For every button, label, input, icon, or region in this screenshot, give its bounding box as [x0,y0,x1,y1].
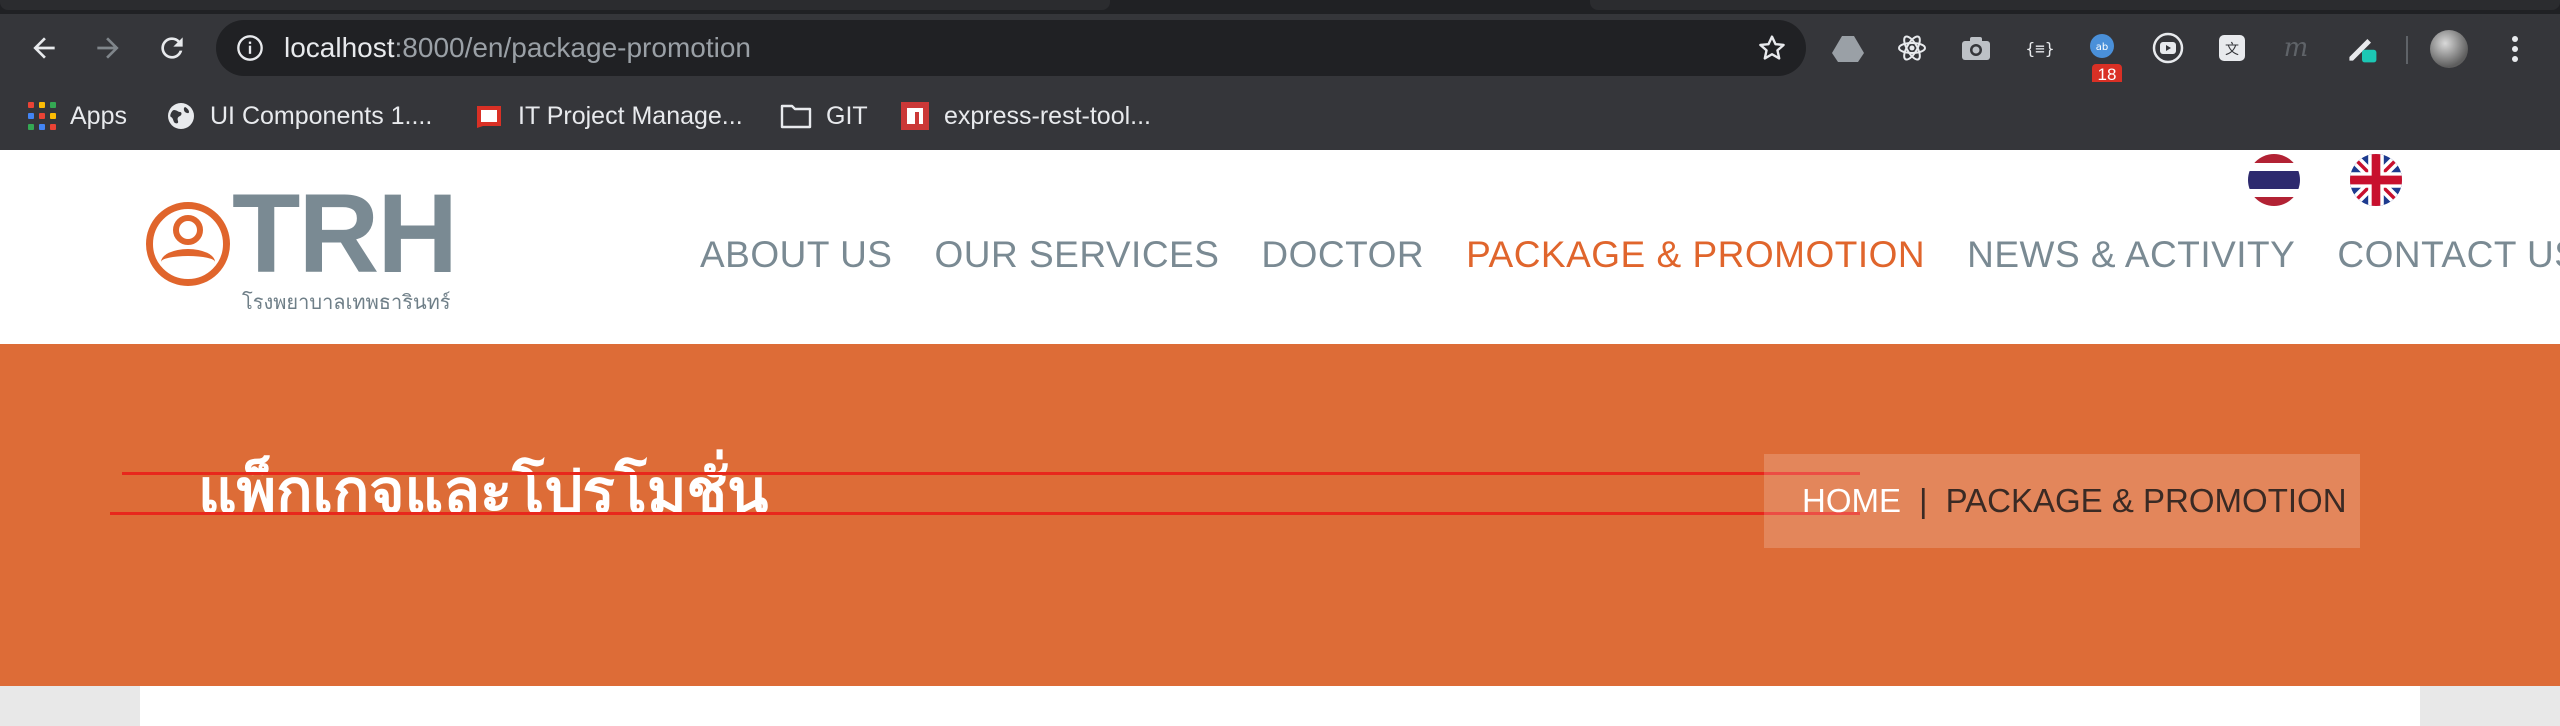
bookmark-label: UI Components 1.... [210,101,433,130]
toolbar-separator [2406,36,2408,64]
apps-grid-icon [28,102,56,130]
url-host: localhost [284,32,395,63]
browser-menu-icon[interactable] [2500,32,2530,66]
uk-flag-graphic [2350,154,2402,206]
bookmark-it-project[interactable]: IT Project Manage... [474,94,743,138]
back-button[interactable] [24,28,64,68]
arrow-right-icon [97,37,119,59]
nav-news-activity[interactable]: NEWS & ACTIVITY [1967,234,2295,276]
npm-icon [901,102,929,130]
bookmark-label: express-rest-tool... [944,101,1152,130]
bookmark-label: IT Project Manage... [518,101,743,130]
nav-about-us[interactable]: ABOUT US [700,234,892,276]
svg-text:{≡}: {≡} [2026,39,2055,58]
bookmark-star-icon[interactable] [1756,32,1788,64]
url-text[interactable]: localhost:8000/en/package-promotion [284,32,751,64]
nav-doctor[interactable]: DOCTOR [1261,234,1424,276]
browser-toolbar: localhost:8000/en/package-promotion {≡} … [0,14,2560,86]
svg-text:ab: ab [2096,42,2108,53]
guide-line-bottom [110,512,1860,515]
color-picker-extension[interactable] [2344,30,2380,66]
browser-tab-strip [0,0,2560,14]
reload-icon [161,37,183,59]
red-note-icon [477,106,501,128]
breadcrumb-separator: | [1919,482,1928,519]
forward-button[interactable] [88,28,128,68]
m-extension[interactable]: m [2278,30,2314,66]
translate-extension[interactable]: 文 [2214,30,2250,66]
url-path: :8000/en/package-promotion [394,32,751,63]
guide-line-top [122,472,1860,475]
bookmark-label: GIT [826,101,868,130]
logo-subtitle: โรงพยาบาลเทพธารินทร์ [242,290,451,314]
drive-icon [1832,36,1864,62]
svg-text:文: 文 [2225,42,2239,58]
translate-icon: 文 [2219,35,2245,61]
nav-package-promotion[interactable]: PACKAGE & PROMOTION [1466,234,1925,276]
web-page: TRH โรงพยาบาลเทพธารินทร์ ABOUT US OUR SE… [0,150,2560,726]
youtube-extension[interactable] [2150,30,2186,66]
bookmark-express-rest[interactable]: express-rest-tool... [900,94,1151,138]
reload-button[interactable] [152,28,192,68]
logo-text: TRH [232,171,458,296]
uk-flag-icon[interactable] [2350,154,2402,206]
blue-circle-extension-icon: ab [2090,34,2114,58]
browser-tab[interactable] [0,0,1110,10]
svg-text:m: m [2284,34,2309,62]
json-braces-icon: {≡} [2026,39,2055,58]
eyedropper-icon [2349,39,2377,63]
person-logo-icon [146,202,230,286]
react-atom-icon [1898,35,1926,61]
bookmark-git[interactable]: GIT [780,94,868,138]
breadcrumb-current: PACKAGE & PROMOTION [1945,482,2347,519]
play-circle-icon [2152,32,2184,64]
google-drive-extension[interactable] [1830,30,1866,66]
nav-contact-us[interactable]: CONTACT US [2337,234,2560,276]
arrow-left-icon [33,37,55,59]
page-banner: แพ็กเกจและโปรโมชั่น HOME | PACKAGE & PRO… [0,344,2560,686]
extension-with-badge[interactable]: ab [2086,30,2122,66]
folder-icon [780,104,812,129]
profile-avatar[interactable] [2430,30,2468,68]
content-area [140,686,2420,726]
breadcrumb-home-link[interactable]: HOME [1802,482,1901,520]
browser-tab[interactable] [1590,0,2560,10]
address-bar[interactable]: localhost:8000/en/package-promotion [216,20,1806,76]
screenshot-extension[interactable] [1958,30,1994,66]
info-icon[interactable] [236,34,264,62]
bookmarks-bar: Apps UI Components 1.... IT Project Mana… [0,82,2560,150]
camera-icon [1962,37,1990,60]
globe-icon [168,103,194,129]
json-viewer-extension[interactable]: {≡} [2022,30,2058,66]
thai-flag-icon[interactable] [2248,154,2300,206]
m-letter-icon: m [2284,34,2309,62]
breadcrumb: HOME | PACKAGE & PROMOTION [1764,454,2360,548]
main-navigation: ABOUT US OUR SERVICES DOCTOR PACKAGE & P… [700,232,2560,278]
bookmark-ui-components[interactable]: UI Components 1.... [166,94,432,138]
page-title: แพ็กเกจและโปรโมชั่น [198,457,769,527]
react-devtools-extension[interactable] [1894,30,1930,66]
site-logo[interactable]: TRH โรงพยาบาลเทพธารินทร์ [146,171,476,314]
bookmark-label: Apps [70,101,127,130]
site-header: TRH โรงพยาบาลเทพธารินทร์ ABOUT US OUR SE… [0,150,2560,344]
bookmark-apps[interactable]: Apps [28,94,127,138]
nav-our-services[interactable]: OUR SERVICES [934,234,1219,276]
